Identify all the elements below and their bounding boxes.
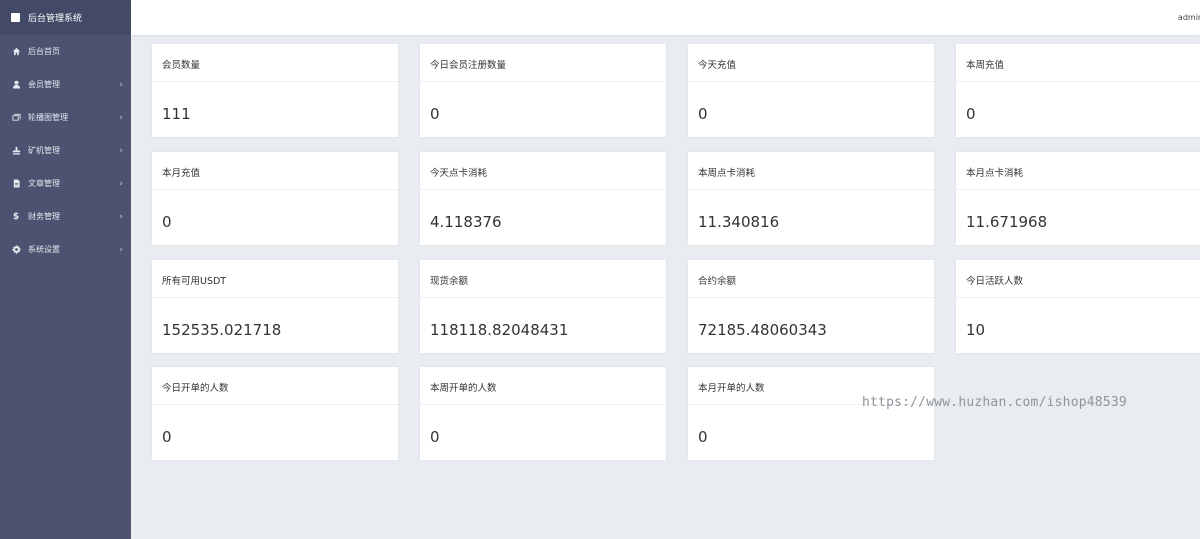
chevron-right-icon: › (119, 79, 123, 90)
user-menu[interactable]: admin (1178, 13, 1200, 22)
stat-value: 118118.82048431 (430, 321, 569, 339)
sidebar-item-label: 后台首页 (28, 47, 60, 56)
pickaxe-icon (11, 146, 21, 156)
stat-label: 今天点卡消耗 (420, 152, 666, 190)
stat-label: 本周点卡消耗 (688, 152, 934, 190)
brand[interactable]: 后台管理系统 (0, 0, 131, 35)
stat-card-week-traders: 本周开单的人数 0 (419, 366, 667, 461)
stat-value: 0 (698, 428, 708, 446)
stat-value: 111 (162, 105, 191, 123)
stat-label: 本周开单的人数 (420, 367, 666, 405)
stat-card-today-points: 今天点卡消耗 4.118376 (419, 151, 667, 246)
stat-value: 0 (698, 105, 708, 123)
stat-card-week-recharge: 本周充值 0 (955, 43, 1200, 138)
gear-icon (11, 245, 21, 255)
stat-label: 合约余额 (688, 260, 934, 298)
chevron-right-icon: › (119, 211, 123, 222)
stat-label: 今天充值 (688, 44, 934, 82)
stat-value: 0 (162, 213, 172, 231)
watermark: https://www.huzhan.com/ishop48539 (862, 395, 1127, 410)
stat-card-week-points: 本周点卡消耗 11.340816 (687, 151, 935, 246)
stat-label: 现货余额 (420, 260, 666, 298)
sidebar-item-finance[interactable]: $ 财务管理 › (0, 200, 131, 233)
stat-value: 152535.021718 (162, 321, 282, 339)
stat-value: 10 (966, 321, 986, 339)
sidebar-item-home[interactable]: 后台首页 (0, 35, 131, 68)
stat-label: 本周充值 (956, 44, 1200, 82)
chevron-right-icon: › (119, 145, 123, 156)
sidebar-item-articles[interactable]: 文章管理 › (0, 167, 131, 200)
chevron-right-icon: › (119, 244, 123, 255)
stat-value: 4.118376 (430, 213, 502, 231)
stat-value: 0 (162, 428, 172, 446)
stat-value: 0 (430, 105, 440, 123)
stat-card-month-recharge: 本月充值 0 (151, 151, 399, 246)
home-icon (11, 47, 21, 57)
sidebar-item-label: 系统设置 (28, 245, 60, 254)
sidebar-item-carousel[interactable]: 轮播图管理 › (0, 101, 131, 134)
sidebar-item-label: 轮播图管理 (28, 113, 68, 122)
dollar-icon: $ (12, 211, 20, 222)
stat-value: 72185.48060343 (698, 321, 827, 339)
image-icon (11, 113, 21, 123)
chevron-right-icon: › (119, 178, 123, 189)
stat-value: 0 (966, 105, 976, 123)
stat-label: 今日会员注册数量 (420, 44, 666, 82)
sidebar-item-label: 会员管理 (28, 80, 60, 89)
sidebar-item-settings[interactable]: 系统设置 › (0, 233, 131, 266)
stat-label: 会员数量 (152, 44, 398, 82)
sidebar-item-members[interactable]: 会员管理 › (0, 68, 131, 101)
stat-label: 所有可用USDT (152, 260, 398, 298)
sidebar: 后台管理系统 后台首页 会员管理 › 轮播图管理 › 矿机管理 › 文章管理 ›… (0, 0, 131, 539)
stat-value: 0 (430, 428, 440, 446)
sidebar-item-label: 文章管理 (28, 179, 60, 188)
stat-card-month-points: 本月点卡消耗 11.671968 (955, 151, 1200, 246)
sidebar-item-label: 财务管理 (28, 212, 60, 221)
top-bar: admin (131, 0, 1200, 35)
sidebar-item-miners[interactable]: 矿机管理 › (0, 134, 131, 167)
stat-label: 今日开单的人数 (152, 367, 398, 405)
stat-card-today-registrations: 今日会员注册数量 0 (419, 43, 667, 138)
stat-label: 今日活跃人数 (956, 260, 1200, 298)
brand-title: 后台管理系统 (28, 14, 83, 24)
sidebar-item-label: 矿机管理 (28, 146, 60, 155)
stat-card-usdt: 所有可用USDT 152535.021718 (151, 259, 399, 354)
stat-card-today-traders: 今日开单的人数 0 (151, 366, 399, 461)
stat-card-today-recharge: 今天充值 0 (687, 43, 935, 138)
stat-label: 本月点卡消耗 (956, 152, 1200, 190)
user-icon (11, 80, 21, 90)
stat-card-members: 会员数量 111 (151, 43, 399, 138)
stat-card-spot-balance: 现货余额 118118.82048431 (419, 259, 667, 354)
stat-value: 11.340816 (698, 213, 780, 231)
stat-card-active-users: 今日活跃人数 10 (955, 259, 1200, 354)
document-icon (11, 179, 21, 189)
stat-card-contract-balance: 合约余额 72185.48060343 (687, 259, 935, 354)
logo-square-icon (11, 13, 20, 22)
stat-label: 本月充值 (152, 152, 398, 190)
chevron-right-icon: › (119, 112, 123, 123)
stat-card-month-traders: 本月开单的人数 0 (687, 366, 935, 461)
stat-value: 11.671968 (966, 213, 1048, 231)
